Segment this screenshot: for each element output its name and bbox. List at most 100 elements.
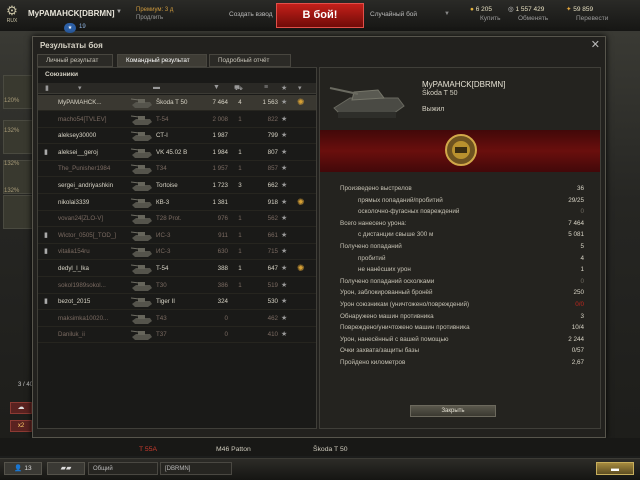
- stat-label: пробитий: [358, 254, 386, 262]
- voice-icon: ▮: [44, 248, 48, 256]
- player-name[interactable]: MyPAMAHCK[DBRMN]: [28, 9, 115, 18]
- premium-extend-link[interactable]: Продлить: [136, 14, 173, 22]
- table-row[interactable]: ▮ bezot_2015 Tiger II 324 530 ★: [38, 294, 316, 311]
- tab-personal-result[interactable]: Личный результат: [37, 54, 113, 67]
- xp-value: 410: [267, 331, 278, 339]
- create-platoon-button[interactable]: Создать взвод: [229, 11, 273, 18]
- cloud-icon[interactable]: ☁: [10, 402, 32, 414]
- battle-button[interactable]: В бой!: [276, 3, 364, 28]
- close-icon[interactable]: ✕: [591, 38, 600, 51]
- table-row[interactable]: maksimka10020... T43 0 462 ★: [38, 311, 316, 327]
- table-row[interactable]: ▮ vitalia154ru ИС-3 630 1 715 ★: [38, 244, 316, 261]
- player-name: aleksei__geroj: [58, 148, 98, 156]
- tank-icon: [130, 231, 152, 241]
- premium-status[interactable]: Премиум: 3 д Продлить: [136, 6, 173, 22]
- table-row[interactable]: ▮ Wictor_0505[_TOD_] ИС-3 911 1 661 ★: [38, 228, 316, 244]
- chat-channel-clan[interactable]: [DBRMN]: [160, 462, 232, 475]
- table-row[interactable]: aleksey30000 СТ-I 1 987 799 ★: [38, 128, 316, 145]
- table-row[interactable]: Daniluk_ii T37 0 410 ★: [38, 327, 316, 344]
- carousel-tank[interactable]: T 55A: [139, 446, 157, 453]
- table-row[interactable]: ▮ aleksei__geroj VK 45.02 B 1 984 1 807 ★: [38, 145, 316, 161]
- star-icon: ★: [281, 215, 288, 223]
- carousel-tank[interactable]: Škoda T 50: [313, 446, 348, 453]
- table-row[interactable]: vovan24[ZLO-V] T28 Prot. 976 1 562 ★: [38, 211, 316, 228]
- player-name: maksimka10020...: [58, 314, 109, 322]
- star-icon[interactable]: ★: [281, 84, 287, 92]
- kills-icon[interactable]: ⛟: [234, 84, 243, 93]
- convert-xp-link[interactable]: Перевести: [576, 14, 608, 23]
- medal-icon[interactable]: ✺: [297, 263, 305, 274]
- kills-value: 1: [238, 281, 242, 289]
- damage-icon[interactable]: ▼: [213, 84, 220, 91]
- carousel-tank[interactable]: M46 Patton: [216, 446, 251, 453]
- credits-balance[interactable]: ◎ 1 557 429 Обменять: [508, 5, 548, 23]
- medal-icon[interactable]: ✺: [297, 97, 305, 108]
- xp-bonus-percent: 132%: [4, 161, 20, 167]
- server-label: RUX: [6, 18, 18, 24]
- voice-icon: ▮: [44, 231, 48, 239]
- chevron-down-icon[interactable]: ▼: [116, 9, 122, 15]
- server-menu-button[interactable]: ⚙ RUX: [3, 4, 21, 26]
- clan-button[interactable]: ▰▰: [47, 462, 85, 475]
- medal-icon[interactable]: ▾: [298, 84, 302, 92]
- tab-team-result[interactable]: Командный результат: [117, 54, 207, 67]
- tank-name: T34: [156, 165, 167, 173]
- tank-icon[interactable]: ▬: [153, 84, 160, 91]
- table-row[interactable]: sergei_andriyashkin Tortoise 1 723 3 662 ★: [38, 178, 316, 194]
- table-row[interactable]: dedyl_l_lka T-54 388 1 647 ★ ✺: [38, 261, 316, 277]
- table-row[interactable]: macho54[TVLEV] T-54 2 008 1 822 ★: [38, 112, 316, 128]
- detail-tank-name: Škoda T 50: [422, 90, 458, 97]
- tank-name: T37: [156, 331, 167, 339]
- star-icon: ★: [281, 182, 288, 189]
- close-button[interactable]: Закрыть: [410, 405, 496, 417]
- tank-name: T43: [156, 314, 167, 322]
- damage-value: 7 464: [212, 99, 228, 106]
- friends-button[interactable]: 👤 13: [4, 462, 42, 475]
- xp-bonus-percent: 120%: [4, 98, 20, 104]
- person-icon: 👤: [14, 465, 23, 472]
- stat-label: с дистанции свыше 300 м: [358, 231, 434, 239]
- achievement-badge-icon[interactable]: [444, 132, 478, 168]
- kills-value: 1: [238, 148, 242, 156]
- stat-value: 0: [580, 208, 584, 216]
- table-row[interactable]: nikolai3339 КВ-3 1 381 918 ★ ✺: [38, 195, 316, 211]
- side-tank-slot[interactable]: [3, 120, 35, 154]
- notifications-button[interactable]: ▬: [596, 462, 634, 475]
- top-bar: ⚙ RUX MyPAMAHCK[DBRMN] ▼ ★ 19 Премиум: 3…: [0, 0, 640, 33]
- battle-mode-select[interactable]: Случайный бой: [370, 11, 417, 18]
- chat-channel-general[interactable]: Общий: [88, 462, 158, 475]
- tank-name: Škoda T 50: [156, 99, 188, 106]
- free-xp-balance[interactable]: ✦ 59 859 Перевести: [566, 5, 608, 23]
- damage-value: 1 957: [212, 165, 228, 173]
- tab-detailed-report[interactable]: Подробный отчёт: [209, 54, 291, 67]
- account-level-badge: ★: [64, 23, 76, 33]
- star-icon: ★: [67, 25, 73, 31]
- gold-balance[interactable]: ● 6 205 Купить: [470, 5, 501, 23]
- medal-icon[interactable]: ✺: [297, 197, 305, 208]
- side-tank-slot[interactable]: [3, 195, 35, 229]
- allies-table: Союзники ▮ ▾ ▬ ▼ ⛟ ≡ ★ ▾ MyPAMAHCK... Ško…: [37, 67, 317, 429]
- exchange-link[interactable]: Обменять: [518, 14, 548, 23]
- tank-name: Tiger II: [156, 298, 176, 306]
- stat-value: 2 244: [568, 335, 584, 343]
- player-sort-arrow[interactable]: ▾: [78, 84, 82, 92]
- stat-value: 36: [576, 185, 584, 192]
- xp-icon[interactable]: ≡: [264, 84, 268, 91]
- table-row[interactable]: The_Punisher1984 T34 1 957 1 857 ★: [38, 161, 316, 178]
- kills-value: 1: [238, 265, 242, 272]
- xp-value: 1 563: [262, 99, 278, 106]
- xp-bonus-percent: 132%: [4, 128, 20, 134]
- table-row[interactable]: sokol1989sokol... T30 386 1 519 ★: [38, 278, 316, 294]
- damage-value: 324: [217, 298, 228, 306]
- stat-value: 1: [580, 266, 584, 274]
- kills-value: 1: [238, 215, 242, 223]
- table-row[interactable]: MyPAMAHCK... Škoda T 50 7 464 4 1 563 ★ ✺: [38, 95, 316, 111]
- chevron-down-icon[interactable]: ▼: [444, 11, 450, 17]
- voice-icon[interactable]: ▮: [45, 84, 49, 92]
- star-icon: ★: [281, 248, 288, 256]
- buy-gold-link[interactable]: Купить: [480, 14, 501, 23]
- kills-value: 1: [238, 165, 242, 173]
- tank-icon: [130, 314, 152, 324]
- stat-label: Произведено выстрелов: [340, 185, 412, 192]
- player-name: sergei_andriyashkin: [58, 182, 114, 189]
